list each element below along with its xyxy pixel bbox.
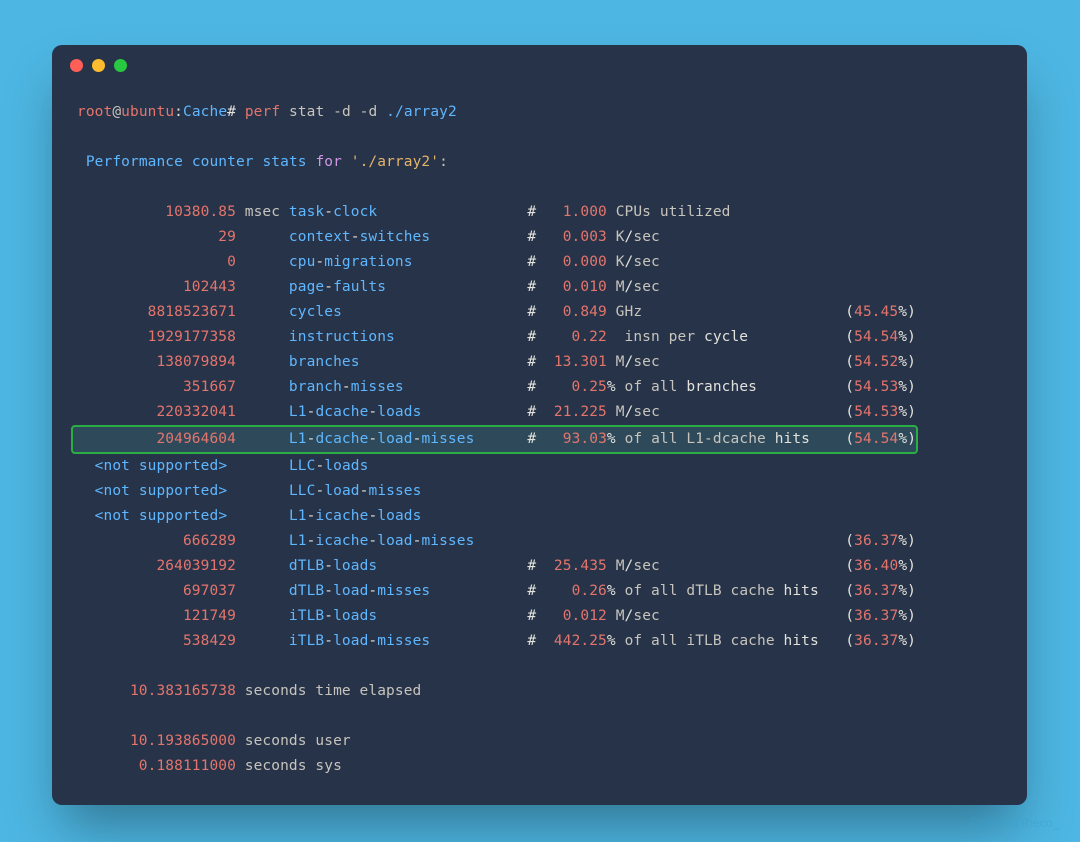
metric-pct: 54.54 xyxy=(854,431,898,447)
metric-value: 697037 xyxy=(77,583,236,599)
metric-label: iTLB-load-misses xyxy=(289,633,430,649)
window-titlebar xyxy=(52,45,1027,85)
metric-label: dTLB-load-misses xyxy=(289,583,430,599)
metric-ratio: 0.003 xyxy=(563,229,607,245)
user-time: 10.193865000 xyxy=(77,733,236,749)
metric-value: 0 xyxy=(77,254,236,270)
metric-value: 138079894 xyxy=(77,354,236,370)
metric-ratio: 0.25 xyxy=(572,379,607,395)
metric-value: 351667 xyxy=(77,379,236,395)
metric-ratio: 442.25 xyxy=(554,633,607,649)
metric-label: L1-dcache-loads xyxy=(289,404,422,420)
metric-pct: 36.40 xyxy=(854,558,898,574)
metric-pct: 54.53 xyxy=(854,379,898,395)
maximize-icon[interactable] xyxy=(114,59,127,72)
metric-label: dTLB-loads xyxy=(289,558,377,574)
metric-ratio: 0.000 xyxy=(563,254,607,270)
metric-pct: 54.53 xyxy=(854,404,898,420)
metric-value: 220332041 xyxy=(77,404,236,420)
elapsed-time: 10.383165738 xyxy=(77,683,236,699)
metric-ratio: 13.301 xyxy=(554,354,607,370)
metric-value: 29 xyxy=(77,229,236,245)
metric-value: 264039192 xyxy=(77,558,236,574)
metric-label: L1-dcache-load-misses xyxy=(289,431,475,447)
metric-pct: 36.37 xyxy=(854,533,898,549)
metric-value: 204964604 xyxy=(77,431,236,447)
highlighted-metric-row: 204964604 L1-dcache-load-misses # 93.03%… xyxy=(71,425,918,454)
metric-value: 10380.85 xyxy=(77,204,236,220)
metric-value: 8818523671 xyxy=(77,304,236,320)
metric-ratio: 25.435 xyxy=(554,558,607,574)
metric-value: 1929177358 xyxy=(77,329,236,345)
metric-ratio: 0.012 xyxy=(563,608,607,624)
metric-pct: 54.52 xyxy=(854,354,898,370)
metric-pct: 36.37 xyxy=(854,583,898,599)
metric-ratio: 0.26 xyxy=(572,583,607,599)
metric-ratio: 21.225 xyxy=(554,404,607,420)
terminal-content: root@ubuntu:Cache# perf stat -d -d ./arr… xyxy=(52,85,1027,799)
minimize-icon[interactable] xyxy=(92,59,105,72)
metric-value: 102443 xyxy=(77,279,236,295)
metric-ratio: 0.849 xyxy=(563,304,607,320)
metric-label: cycles xyxy=(289,304,342,320)
metric-label: branch-misses xyxy=(289,379,404,395)
prompt-user: root xyxy=(77,104,112,120)
metric-label: instructions xyxy=(289,329,395,345)
metric-value: 121749 xyxy=(77,608,236,624)
metric-label: task-clock xyxy=(289,204,377,220)
metric-pct: 36.37 xyxy=(854,633,898,649)
metric-ratio: 1.000 xyxy=(563,204,607,220)
metric-value: 666289 xyxy=(77,533,236,549)
metric-label: L1-icache-load-misses xyxy=(289,533,475,549)
metric-pct: 54.54 xyxy=(854,329,898,345)
close-icon[interactable] xyxy=(70,59,83,72)
metric-pct: 36.37 xyxy=(854,608,898,624)
watermark: CSDN @Rleco_ xyxy=(970,816,1060,830)
metric-ratio: 0.010 xyxy=(563,279,607,295)
metric-label: iTLB-loads xyxy=(289,608,377,624)
metric-label: context-switches xyxy=(289,229,430,245)
prompt-path: Cache xyxy=(183,104,227,120)
metric-label: page-faults xyxy=(289,279,386,295)
metric-value: 538429 xyxy=(77,633,236,649)
sys-time: 0.188111000 xyxy=(77,758,236,774)
metric-ratio: 0.22 xyxy=(572,329,607,345)
metric-pct: 45.45 xyxy=(854,304,898,320)
metric-label: branches xyxy=(289,354,360,370)
metric-ratio: 93.03 xyxy=(563,431,607,447)
prompt-host: ubuntu xyxy=(121,104,174,120)
terminal-window: root@ubuntu:Cache# perf stat -d -d ./arr… xyxy=(52,45,1027,805)
command-binary: perf xyxy=(245,104,280,120)
metric-label: cpu-migrations xyxy=(289,254,413,270)
